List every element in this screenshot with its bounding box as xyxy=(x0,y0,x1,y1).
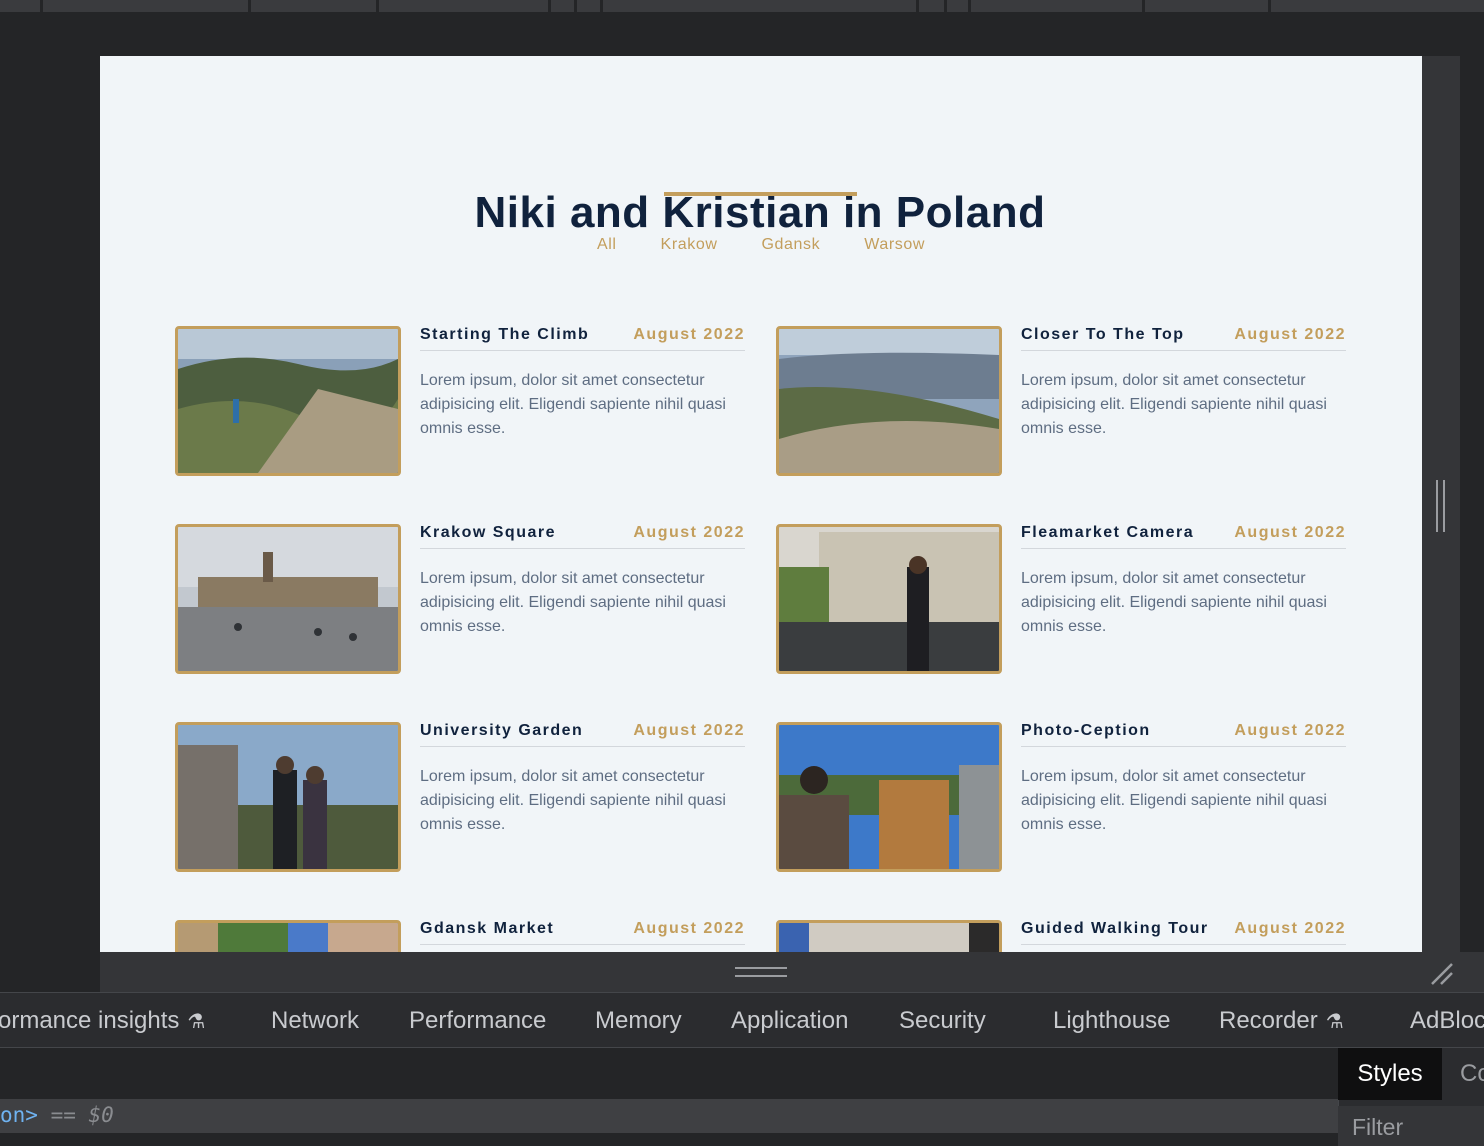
card-photo[interactable] xyxy=(175,920,401,952)
card-title: Krakow Square xyxy=(420,524,556,541)
card-description: Lorem ipsum, dolor sit amet consectetur … xyxy=(420,570,726,635)
card-date: August 2022 xyxy=(633,920,745,937)
card-title: Closer To The Top xyxy=(1021,326,1185,343)
card-title: University Garden xyxy=(420,722,584,739)
tab-label: ormance insights xyxy=(0,1007,180,1034)
devtools-tab-bar: ormance insights ⚗ Network Performance Me… xyxy=(0,992,1484,1048)
card-photo[interactable] xyxy=(776,524,1002,674)
card-header: Gdansk Market August 2022 xyxy=(420,920,745,945)
card-title: Fleamarket Camera xyxy=(1021,524,1195,541)
title-underline xyxy=(664,192,857,196)
gallery-card[interactable]: Fleamarket Camera August 2022 Lorem ipsu… xyxy=(776,524,1346,674)
ruler-tick xyxy=(944,0,947,12)
card-title: Guided Walking Tour xyxy=(1021,920,1209,937)
ruler-tick xyxy=(1268,0,1271,12)
card-header: Krakow Square August 2022 xyxy=(420,524,745,549)
filter-nav: All Krakow Gdansk Warsow xyxy=(100,236,1422,254)
card-header: Fleamarket Camera August 2022 xyxy=(1021,524,1346,549)
card-date: August 2022 xyxy=(633,524,745,541)
tab-label: Recorder xyxy=(1219,1007,1318,1034)
card-photo[interactable] xyxy=(776,920,1002,952)
ruler-tick xyxy=(40,0,43,12)
card-date: August 2022 xyxy=(1234,920,1346,937)
gallery-card[interactable]: Krakow Square August 2022 Lorem ipsum, d… xyxy=(175,524,745,674)
selected-element-line[interactable]: on> == $0 xyxy=(0,1099,1338,1133)
vertical-resize-handle[interactable] xyxy=(1436,480,1445,532)
card-photo[interactable] xyxy=(776,722,1002,872)
card-photo[interactable] xyxy=(175,722,401,872)
filter-krakow[interactable]: Krakow xyxy=(639,236,740,254)
card-header: University Garden August 2022 xyxy=(420,722,745,747)
styles-filter-input[interactable]: Filter xyxy=(1338,1106,1484,1146)
tab-lighthouse[interactable]: Lighthouse xyxy=(1053,1007,1170,1035)
tab-recorder[interactable]: Recorder ⚗ xyxy=(1219,1007,1344,1035)
ruler-tick xyxy=(574,0,577,12)
card-header: Photo-Ception August 2022 xyxy=(1021,722,1346,747)
filter-gdansk[interactable]: Gdansk xyxy=(740,236,843,254)
card-date: August 2022 xyxy=(1234,722,1346,739)
gallery-card[interactable]: Guided Walking Tour August 2022 xyxy=(776,920,1346,952)
tab-network[interactable]: Network xyxy=(271,1007,359,1035)
web-page: Niki and Kristian in Poland All Krakow G… xyxy=(100,56,1422,952)
ruler-tick xyxy=(600,0,603,12)
ruler-tick xyxy=(916,0,919,12)
tab-application[interactable]: Application xyxy=(731,1007,848,1035)
tab-performance[interactable]: Performance xyxy=(409,1007,546,1035)
ruler-tick xyxy=(548,0,551,12)
card-photo[interactable] xyxy=(776,326,1002,476)
flask-icon: ⚗ xyxy=(187,1011,206,1033)
card-photo[interactable] xyxy=(175,524,401,674)
tab-adblock[interactable]: AdBloc xyxy=(1410,1007,1484,1035)
tab-memory[interactable]: Memory xyxy=(595,1007,682,1035)
equals-text: == xyxy=(37,1103,89,1127)
dollar-zero: $0 xyxy=(88,1103,114,1127)
gallery-card[interactable]: University Garden August 2022 Lorem ipsu… xyxy=(175,722,745,872)
card-date: August 2022 xyxy=(1234,326,1346,343)
ruler-tick xyxy=(968,0,971,12)
gallery-card[interactable]: Photo-Ception August 2022 Lorem ipsum, d… xyxy=(776,722,1346,872)
card-title: Photo-Ception xyxy=(1021,722,1151,739)
card-date: August 2022 xyxy=(633,722,745,739)
tab-computed[interactable]: Co xyxy=(1460,1060,1484,1088)
ruler-tick xyxy=(1142,0,1145,12)
flask-icon: ⚗ xyxy=(1325,1011,1344,1033)
gallery-card[interactable]: Starting The Climb August 2022 Lorem ips… xyxy=(175,326,745,476)
card-header: Closer To The Top August 2022 xyxy=(1021,326,1346,351)
ruler-tick xyxy=(248,0,251,12)
corner-resize-icon[interactable] xyxy=(1428,960,1456,988)
card-date: August 2022 xyxy=(633,326,745,343)
card-description: Lorem ipsum, dolor sit amet consectetur … xyxy=(1021,768,1327,833)
gallery-card[interactable]: Gdansk Market August 2022 xyxy=(175,920,745,952)
tab-performance-insights[interactable]: ormance insights ⚗ xyxy=(0,1007,205,1035)
filter-all[interactable]: All xyxy=(575,236,639,254)
tab-security[interactable]: Security xyxy=(899,1007,986,1035)
tab-styles[interactable]: Styles xyxy=(1338,1048,1442,1100)
ruler-tick xyxy=(376,0,379,12)
card-date: August 2022 xyxy=(1234,524,1346,541)
card-header: Guided Walking Tour August 2022 xyxy=(1021,920,1346,945)
card-header: Starting The Climb August 2022 xyxy=(420,326,745,351)
card-description: Lorem ipsum, dolor sit amet consectetur … xyxy=(420,372,726,437)
card-photo[interactable] xyxy=(175,326,401,476)
card-description: Lorem ipsum, dolor sit amet consectetur … xyxy=(1021,570,1327,635)
card-title: Starting The Climb xyxy=(420,326,590,343)
gallery-card[interactable]: Closer To The Top August 2022 Lorem ipsu… xyxy=(776,326,1346,476)
card-description: Lorem ipsum, dolor sit amet consectetur … xyxy=(420,768,726,833)
filter-warsow[interactable]: Warsow xyxy=(842,236,947,254)
horizontal-resize-handle[interactable] xyxy=(735,967,787,977)
top-ruler xyxy=(0,0,1484,12)
element-tag: on> xyxy=(0,1103,38,1127)
card-description: Lorem ipsum, dolor sit amet consectetur … xyxy=(1021,372,1327,437)
card-title: Gdansk Market xyxy=(420,920,555,937)
bottom-resize-rail[interactable] xyxy=(100,952,1484,992)
